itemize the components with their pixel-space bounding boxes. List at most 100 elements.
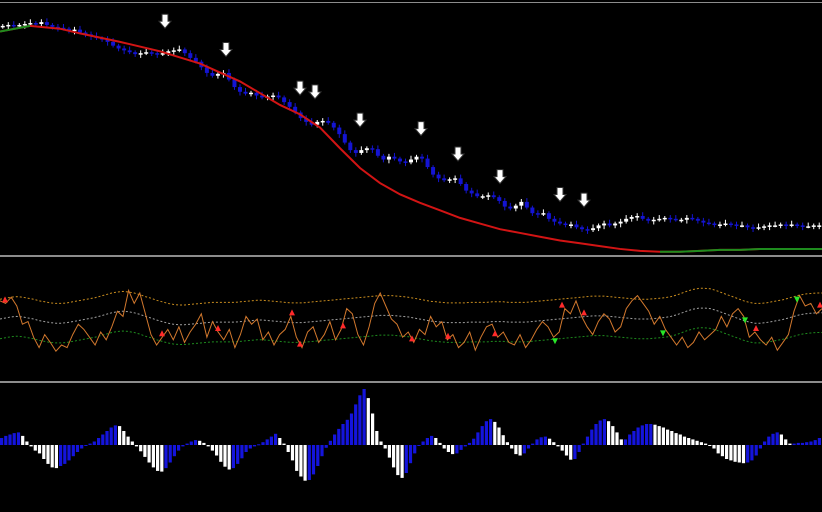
candle-body <box>77 29 82 33</box>
histogram-bar <box>514 445 518 455</box>
histogram-bar <box>489 419 493 445</box>
histogram-bar <box>607 421 611 445</box>
histogram-bar <box>67 445 71 461</box>
oscillator-line <box>0 288 822 353</box>
candle-body <box>133 52 138 55</box>
candle-body <box>28 23 33 25</box>
histogram-bar <box>451 445 455 455</box>
candle-body <box>171 50 176 52</box>
candle-body <box>397 158 402 162</box>
histogram-bar <box>602 419 606 445</box>
histogram-bar <box>628 434 632 445</box>
histogram-bar <box>105 431 109 445</box>
candle-body <box>800 225 805 227</box>
candle-body <box>364 148 369 151</box>
histogram-bar <box>598 420 602 445</box>
histogram-bar <box>775 432 779 445</box>
histogram-bar <box>750 445 754 461</box>
histogram-bar <box>59 445 63 466</box>
candle-body <box>673 218 678 221</box>
histogram-bar <box>796 442 800 445</box>
histogram-bar <box>800 442 805 445</box>
candle-body <box>431 167 436 175</box>
histogram-bar <box>754 445 758 456</box>
histogram-bar <box>8 434 12 445</box>
histogram-bar <box>75 445 80 452</box>
candle-body <box>188 53 193 58</box>
histogram-bar <box>594 424 598 445</box>
histogram-bar <box>198 440 202 445</box>
histogram-bar <box>71 445 75 457</box>
histogram-bar <box>535 439 539 445</box>
histogram-bar <box>295 445 299 471</box>
histogram-bar <box>636 427 640 445</box>
histogram-bar <box>54 445 58 469</box>
high-signal-marker <box>581 309 587 316</box>
histogram-bar <box>109 427 113 445</box>
histogram-bar <box>248 445 252 449</box>
trend-line-down <box>0 24 822 253</box>
histogram-bar <box>661 427 665 445</box>
histogram-bar <box>758 445 762 449</box>
candle-body <box>679 219 684 222</box>
histogram-bar <box>80 445 84 449</box>
histogram-bar <box>231 445 235 469</box>
histogram-bar <box>92 441 96 445</box>
histogram-bar <box>257 444 261 446</box>
histogram-bar <box>493 421 497 445</box>
histogram-bar <box>670 431 674 445</box>
band-upper <box>0 287 822 306</box>
candle-body <box>568 224 573 226</box>
histogram-bar <box>147 445 151 463</box>
candle-body <box>232 79 237 88</box>
histogram-bar <box>522 445 526 454</box>
candle-body <box>502 200 507 207</box>
candle-body <box>486 195 491 197</box>
candle-body <box>138 53 143 55</box>
histogram-bar <box>467 442 472 445</box>
histogram-bar <box>569 445 573 460</box>
candle-body <box>657 218 662 221</box>
high-signal-marker <box>817 301 822 308</box>
histogram-bar <box>366 398 370 445</box>
histogram-bar <box>25 441 29 445</box>
candle-body <box>436 174 441 179</box>
candle-body <box>0 25 5 28</box>
down-arrow-icon <box>450 146 466 162</box>
candle-body <box>591 228 596 231</box>
histogram-bar <box>16 432 21 445</box>
histogram-bar <box>252 445 257 447</box>
histogram-bar <box>21 435 25 445</box>
high-signal-marker <box>297 340 303 347</box>
candle-body <box>287 102 292 107</box>
candle-body <box>453 178 458 180</box>
histogram-bar <box>417 445 421 446</box>
histogram-bar <box>573 445 577 459</box>
candle-body <box>740 225 745 227</box>
candle-body <box>331 122 336 128</box>
candle-body <box>574 224 579 228</box>
candle-body <box>778 224 783 226</box>
candle-body <box>442 178 447 181</box>
candle-body <box>33 23 38 25</box>
trading-chart <box>0 0 822 512</box>
down-arrow-icon <box>352 112 368 128</box>
histogram-bar <box>333 434 337 445</box>
histogram-bar <box>274 433 278 445</box>
low-signal-marker <box>552 338 558 345</box>
histogram-bar <box>505 442 509 445</box>
histogram-bar <box>564 445 569 456</box>
histogram-bar <box>733 445 737 462</box>
candle-body <box>602 223 607 226</box>
histogram-bar <box>817 438 821 445</box>
histogram-bar <box>215 445 219 456</box>
candle-body <box>497 197 502 201</box>
histogram-bar <box>809 441 813 445</box>
candle-body <box>39 22 44 24</box>
candle-body <box>320 120 325 123</box>
candle-body <box>210 72 215 76</box>
candle-body <box>773 225 778 227</box>
histogram-bar <box>379 441 383 445</box>
histogram-bar <box>97 438 101 445</box>
histogram-bar <box>193 440 198 445</box>
